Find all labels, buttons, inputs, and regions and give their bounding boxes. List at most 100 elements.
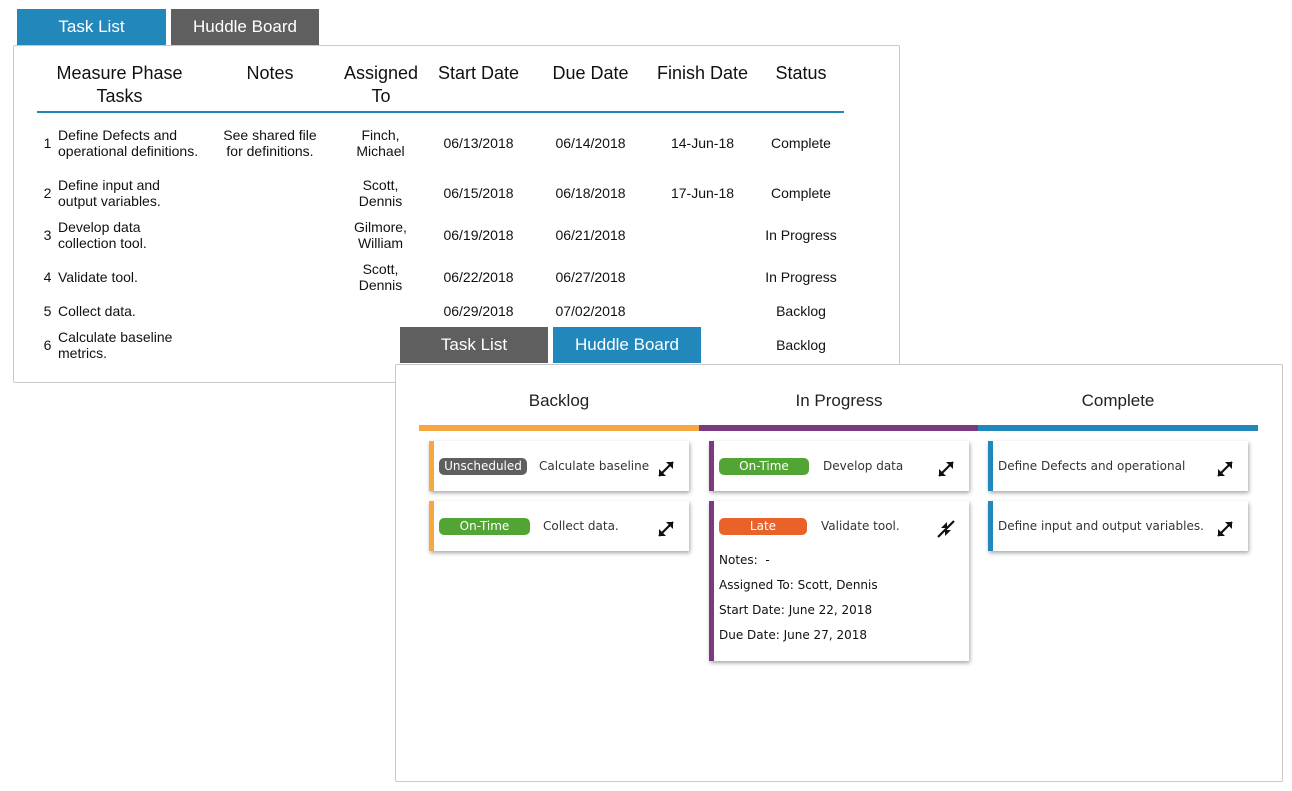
table-header-row: Measure Phase Tasks Notes Assigned To St…: [37, 62, 844, 113]
col-header-tasks: Measure Phase Tasks: [37, 62, 202, 113]
card-title: Develop data: [823, 459, 904, 473]
task-assigned: Finch, Michael: [356, 127, 405, 159]
card-stripe: [988, 501, 993, 551]
task-due-date: 06/18/2018: [555, 185, 626, 201]
status-badge: Late: [719, 518, 807, 535]
task-assigned: Gilmore, William: [354, 219, 407, 251]
task-notes: [202, 257, 338, 297]
card-title: Define input and output variables.: [998, 519, 1204, 533]
task-card[interactable]: Define Defects and operational: [988, 441, 1248, 491]
tab-task-list[interactable]: Task List: [17, 9, 166, 45]
row-number: 2: [43, 185, 52, 201]
status-badge: Unscheduled: [439, 458, 527, 475]
card-stripe: [709, 501, 714, 661]
row-number: 3: [43, 227, 52, 243]
task-status: Backlog: [776, 337, 826, 353]
row-number: 1: [43, 135, 52, 151]
card-title: Define Defects and operational: [998, 459, 1186, 473]
task-notes: [202, 325, 338, 365]
row-number: 5: [43, 303, 52, 319]
card-title: Calculate baseline: [539, 459, 650, 473]
table-row[interactable]: 2 Define input and output variables. Sco…: [37, 173, 844, 213]
task-finish-date: [647, 297, 758, 325]
task-finish-date: 17-Jun-18: [670, 185, 735, 201]
task-notes: [202, 173, 338, 213]
task-start-date: 06/22/2018: [443, 269, 514, 285]
card-stripe: [429, 441, 434, 491]
task-status: Complete: [771, 135, 831, 151]
task-card-expanded[interactable]: Late Validate tool. Notes: - Assigned To…: [709, 501, 969, 661]
card-stripe: [709, 441, 714, 491]
col-header-due-date: Due Date: [534, 62, 647, 113]
task-card[interactable]: Unscheduled Calculate baseline: [429, 441, 689, 491]
card-assigned: Assigned To: Scott, Dennis: [719, 578, 878, 592]
expand-icon[interactable]: [655, 458, 677, 480]
col-header-start-date: Start Date: [423, 62, 534, 113]
column-bar-backlog: [419, 425, 699, 431]
task-status: In Progress: [765, 269, 837, 285]
task-name: Develop data collection tool.: [58, 219, 147, 251]
task-card[interactable]: On-Time Develop data: [709, 441, 969, 491]
col-header-assigned: Assigned To: [338, 62, 423, 113]
column-header-in-progress: In Progress: [795, 391, 883, 410]
task-name: Define Defects and operational definitio…: [58, 127, 199, 159]
task-notes: See shared file for definitions.: [223, 127, 317, 159]
row-number: 6: [43, 337, 52, 353]
task-due-date: 06/14/2018: [555, 135, 626, 151]
task-finish-date: [647, 257, 758, 297]
table-row[interactable]: 3 Develop data collection tool. Gilmore,…: [37, 213, 844, 257]
task-status: Complete: [771, 185, 831, 201]
task-name: Define input and output variables.: [58, 177, 161, 209]
task-due-date: 07/02/2018: [555, 303, 626, 319]
col-header-notes: Notes: [202, 62, 338, 113]
task-card[interactable]: Define input and output variables.: [988, 501, 1248, 551]
expand-icon[interactable]: [655, 518, 677, 540]
status-badge: On-Time: [439, 518, 530, 535]
card-stripe: [429, 501, 434, 551]
task-notes: [202, 297, 338, 325]
expand-icon[interactable]: [935, 458, 957, 480]
task-start-date: 06/15/2018: [443, 185, 514, 201]
task-name: Validate tool.: [58, 269, 138, 285]
task-card[interactable]: On-Time Collect data.: [429, 501, 689, 551]
expand-icon[interactable]: [1214, 518, 1236, 540]
task-assigned: [338, 297, 423, 325]
task-table: Measure Phase Tasks Notes Assigned To St…: [37, 62, 844, 365]
task-due-date: 06/21/2018: [555, 227, 626, 243]
task-due-date: 06/27/2018: [555, 269, 626, 285]
status-badge: On-Time: [719, 458, 809, 475]
column-header-complete: Complete: [1081, 391, 1155, 410]
huddle-board-panel: Backlog In Progress Complete Unscheduled…: [395, 364, 1283, 782]
task-start-date: 06/29/2018: [443, 303, 514, 319]
task-start-date: 06/13/2018: [443, 135, 514, 151]
card-notes: Notes: -: [719, 553, 770, 567]
collapse-icon[interactable]: [935, 518, 957, 540]
row-number: 4: [43, 269, 52, 285]
task-notes: [202, 213, 338, 257]
tab-task-list[interactable]: Task List: [400, 327, 548, 363]
table-row[interactable]: 5 Collect data. 06/29/2018 07/02/2018 Ba…: [37, 297, 844, 325]
tab-huddle-board[interactable]: Huddle Board: [553, 327, 701, 363]
card-title: Validate tool.: [821, 519, 900, 533]
col-header-finish-date: Finish Date: [647, 62, 758, 113]
expand-icon[interactable]: [1214, 458, 1236, 480]
tab-huddle-board[interactable]: Huddle Board: [171, 9, 319, 45]
card-stripe: [988, 441, 993, 491]
task-assigned: Scott, Dennis: [358, 261, 403, 293]
col-header-status: Status: [758, 62, 844, 113]
table-row[interactable]: 4 Validate tool. Scott, Dennis 06/22/201…: [37, 257, 844, 297]
table-row[interactable]: 1 Define Defects and operational definit…: [37, 112, 844, 173]
card-start-date: Start Date: June 22, 2018: [719, 603, 873, 617]
task-name: Calculate baseline metrics.: [58, 329, 173, 361]
task-start-date: 06/19/2018: [443, 227, 514, 243]
task-name: Collect data.: [58, 303, 136, 319]
task-assigned: Scott, Dennis: [358, 177, 403, 209]
card-title: Collect data.: [543, 519, 619, 533]
column-bar-in-progress: [699, 425, 978, 431]
task-status: Backlog: [776, 303, 826, 319]
task-status: In Progress: [765, 227, 837, 243]
column-bar-complete: [978, 425, 1258, 431]
card-due-date: Due Date: June 27, 2018: [719, 628, 867, 642]
task-finish-date: 14-Jun-18: [670, 135, 735, 151]
column-header-backlog: Backlog: [528, 391, 590, 410]
